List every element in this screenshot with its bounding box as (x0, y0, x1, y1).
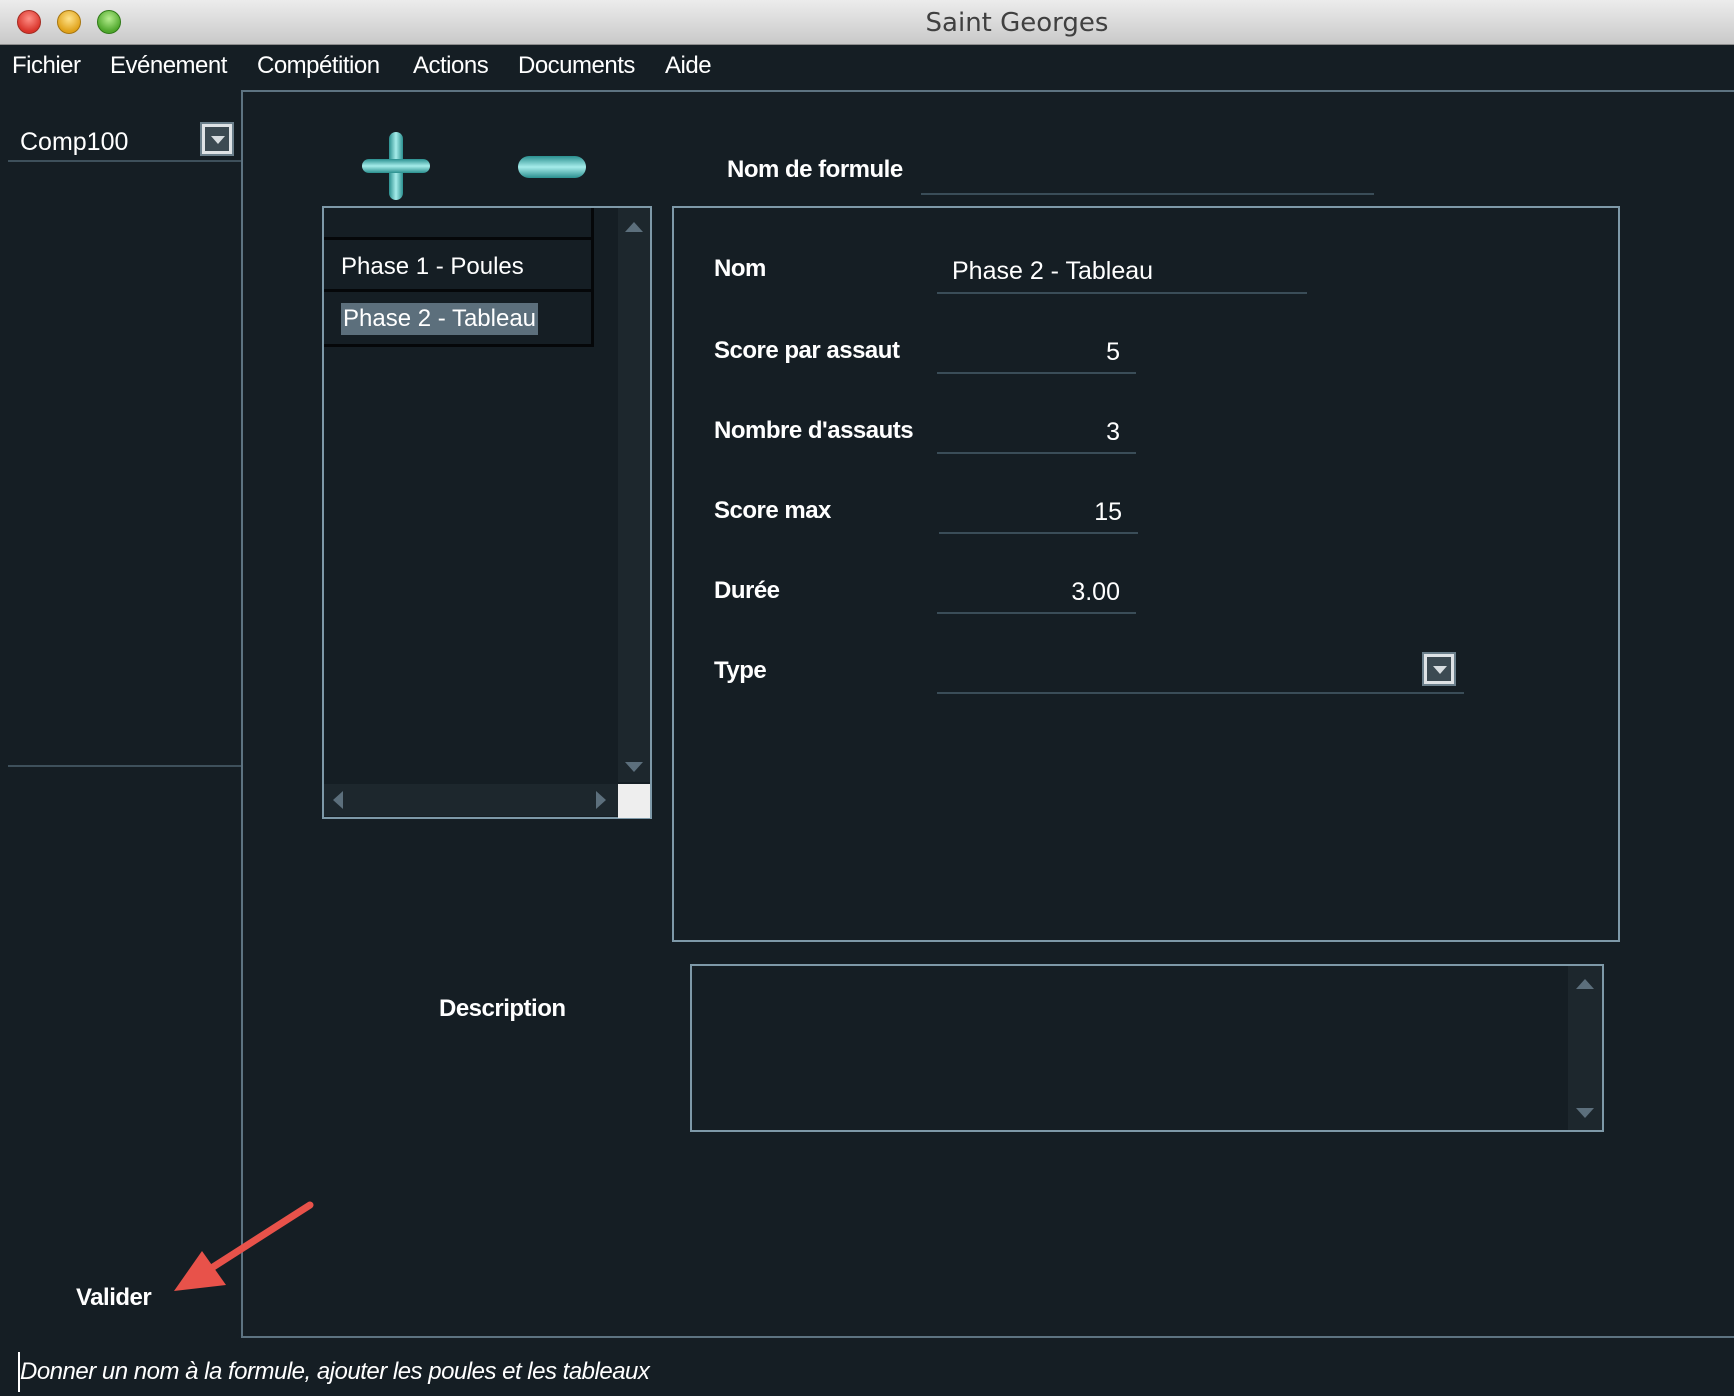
nom-label: Nom (714, 255, 766, 282)
duree-input[interactable]: 3.00 (937, 578, 1120, 607)
description-textarea[interactable] (690, 964, 1604, 1132)
menu-actions[interactable]: Actions (413, 52, 489, 80)
title-bar: Saint Georges (0, 0, 1734, 45)
score-max-underline (939, 532, 1138, 534)
score-par-assaut-underline (937, 372, 1136, 374)
left-panel-divider (8, 765, 241, 767)
competition-select-value[interactable]: Comp100 (20, 128, 128, 157)
status-message: Donner un nom à la formule, ajouter les … (20, 1358, 650, 1385)
description-label: Description (439, 995, 566, 1022)
chevron-down-icon (205, 127, 229, 151)
scroll-up-icon[interactable] (1576, 979, 1594, 989)
scroll-up-icon[interactable] (625, 222, 643, 232)
nombre-assauts-underline (937, 452, 1136, 454)
type-select[interactable] (937, 655, 1417, 691)
menu-aide[interactable]: Aide (665, 52, 712, 80)
formula-name-label: Nom de formule (727, 156, 903, 183)
left-panel (0, 90, 243, 1338)
score-max-label: Score max (714, 497, 831, 524)
formula-name-underline (921, 193, 1374, 195)
score-par-assaut-input[interactable]: 5 (937, 338, 1120, 367)
phase-form (672, 206, 1620, 942)
menu-evenement[interactable]: Evénement (110, 52, 227, 80)
menu-fichier[interactable]: Fichier (12, 52, 81, 80)
left-panel-divider (8, 160, 241, 162)
scroll-right-icon[interactable] (596, 791, 606, 809)
phase-name: Phase 2 - Tableau (341, 303, 539, 335)
chevron-down-icon (1427, 657, 1451, 681)
scroll-left-icon[interactable] (333, 791, 343, 809)
list-item-selected[interactable]: Phase 2 - Tableau (324, 292, 594, 347)
list-item[interactable]: Phase 1 - Poules (324, 240, 594, 292)
nom-underline (937, 292, 1307, 294)
type-underline (937, 692, 1464, 694)
scrollbar-corner (618, 784, 650, 818)
list-header-row (324, 208, 594, 240)
scroll-down-icon[interactable] (1576, 1108, 1594, 1118)
competition-dropdown-button[interactable] (200, 122, 234, 156)
type-dropdown-button[interactable] (1422, 652, 1456, 686)
description-scrollbar[interactable] (1568, 966, 1602, 1130)
add-phase-button[interactable] (360, 130, 432, 202)
formula-name-input[interactable] (925, 152, 1365, 192)
duree-underline (937, 612, 1136, 614)
score-max-input[interactable]: 15 (937, 498, 1122, 527)
type-label: Type (714, 657, 767, 684)
phase-list-vertical-scrollbar[interactable] (618, 208, 650, 782)
menu-competition[interactable]: Compétition (257, 52, 380, 80)
menu-documents[interactable]: Documents (518, 52, 635, 80)
scroll-down-icon[interactable] (625, 762, 643, 772)
nombre-assauts-input[interactable]: 3 (937, 418, 1120, 447)
remove-phase-button[interactable] (516, 154, 588, 180)
validate-button[interactable]: Valider (76, 1284, 152, 1312)
duree-label: Durée (714, 577, 780, 604)
menu-bar: Fichier Evénement Compétition Actions Do… (0, 45, 1734, 89)
score-par-assaut-label: Score par assaut (714, 337, 900, 364)
phase-name: Phase 1 - Poules (341, 253, 524, 280)
window-title: Saint Georges (925, 8, 1109, 38)
minus-icon (518, 156, 586, 178)
phase-list-horizontal-scrollbar[interactable] (324, 784, 618, 816)
nombre-assauts-label: Nombre d'assauts (714, 417, 914, 444)
nom-input[interactable]: Phase 2 - Tableau (952, 257, 1153, 286)
